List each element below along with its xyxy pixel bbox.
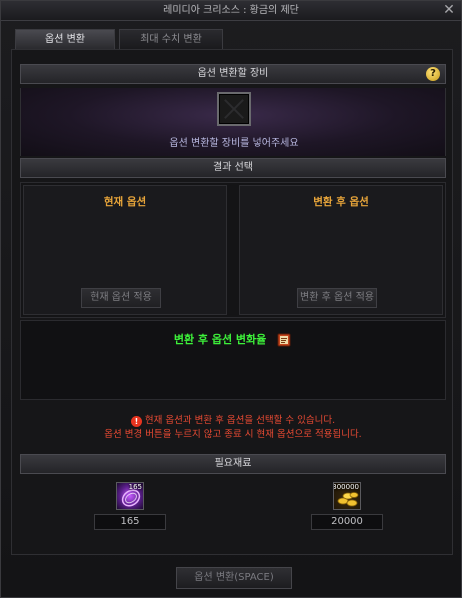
material-badge: 165 (128, 483, 142, 491)
current-option-panel: 현재 옵션 현재 옵션 적용 (23, 185, 227, 315)
tab-option-convert[interactable]: 옵션 변환 (15, 29, 115, 49)
apply-after-option-button[interactable]: 변환 후 옵션 적용 (297, 288, 377, 308)
materials-section-title: 필요재료 (214, 458, 252, 469)
warning-line-1-text: 현재 옵션과 변환 후 옵션을 선택할 수 있습니다. (144, 415, 336, 426)
current-option-title: 현재 옵션 (103, 196, 147, 208)
option-convert-button[interactable]: 옵션 변환(SPACE) (176, 567, 292, 589)
window-title: 레미디아 크리소스 : 황금의 제단 (163, 5, 299, 16)
material-item: 165 165 (94, 480, 166, 532)
after-option-panel: 변환 후 옵션 변환 후 옵션 적용 (239, 185, 443, 315)
equipment-area: 옵션 변환할 장비를 넣어주세요 (20, 88, 446, 156)
help-icon[interactable]: ? (426, 67, 440, 81)
book-icon[interactable] (276, 332, 292, 348)
equipment-section-header: 옵션 변환할 장비 ? (20, 64, 446, 84)
equipment-slot[interactable] (217, 92, 251, 126)
material-value: 20000 (311, 514, 383, 530)
warning-message: ! 현재 옵션과 변환 후 옵션을 선택할 수 있습니다. 옵션 변경 버튼을 누… (20, 414, 446, 442)
equipment-section-title: 옵션 변환할 장비 (197, 68, 269, 79)
change-rate-row: 변환 후 옵션 변화율 (21, 331, 445, 348)
apply-current-option-button[interactable]: 현재 옵션 적용 (81, 288, 161, 308)
change-rate-label: 변환 후 옵션 변화율 (173, 333, 267, 346)
option-convert-window: 레미디아 크리소스 : 황금의 제단 ✕ 옵션 변환 최대 수치 변환 옵션 변… (0, 0, 462, 598)
warning-icon: ! (130, 416, 142, 427)
equipment-hint: 옵션 변환할 장비를 넣어주세요 (169, 138, 299, 149)
material-value: 165 (94, 514, 166, 530)
options-box: 현재 옵션 현재 옵션 적용 변환 후 옵션 변환 후 옵션 적용 (20, 182, 446, 318)
material-badge: 300000 (333, 483, 359, 491)
warning-line-2: 옵션 변경 버튼을 누르지 않고 종료 시 현재 옵션으로 적용됩니다. (104, 429, 362, 440)
window-titlebar[interactable]: 레미디아 크리소스 : 황금의 제단 ✕ (1, 1, 461, 21)
change-rate-box: 변환 후 옵션 변화율 (20, 320, 446, 400)
result-selection-header: 결과 선택 (20, 158, 446, 178)
after-option-title: 변환 후 옵션 (313, 196, 369, 208)
result-selection-title: 결과 선택 (213, 162, 253, 173)
gold-coins-icon[interactable]: 300000 (333, 482, 361, 510)
materials-section-header: 필요재료 (20, 454, 446, 474)
warning-line-1: ! 현재 옵션과 변환 후 옵션을 선택할 수 있습니다. (20, 414, 446, 428)
purple-crystal-icon[interactable]: 165 (116, 482, 144, 510)
main-panel: 옵션 변환할 장비 ? 옵션 변환할 장비를 넣어주세요 결과 선택 현재 옵션… (11, 49, 453, 555)
tab-max-value-convert[interactable]: 최대 수치 변환 (119, 29, 223, 49)
material-item: 300000 20000 (311, 480, 383, 532)
close-icon[interactable]: ✕ (442, 3, 456, 18)
